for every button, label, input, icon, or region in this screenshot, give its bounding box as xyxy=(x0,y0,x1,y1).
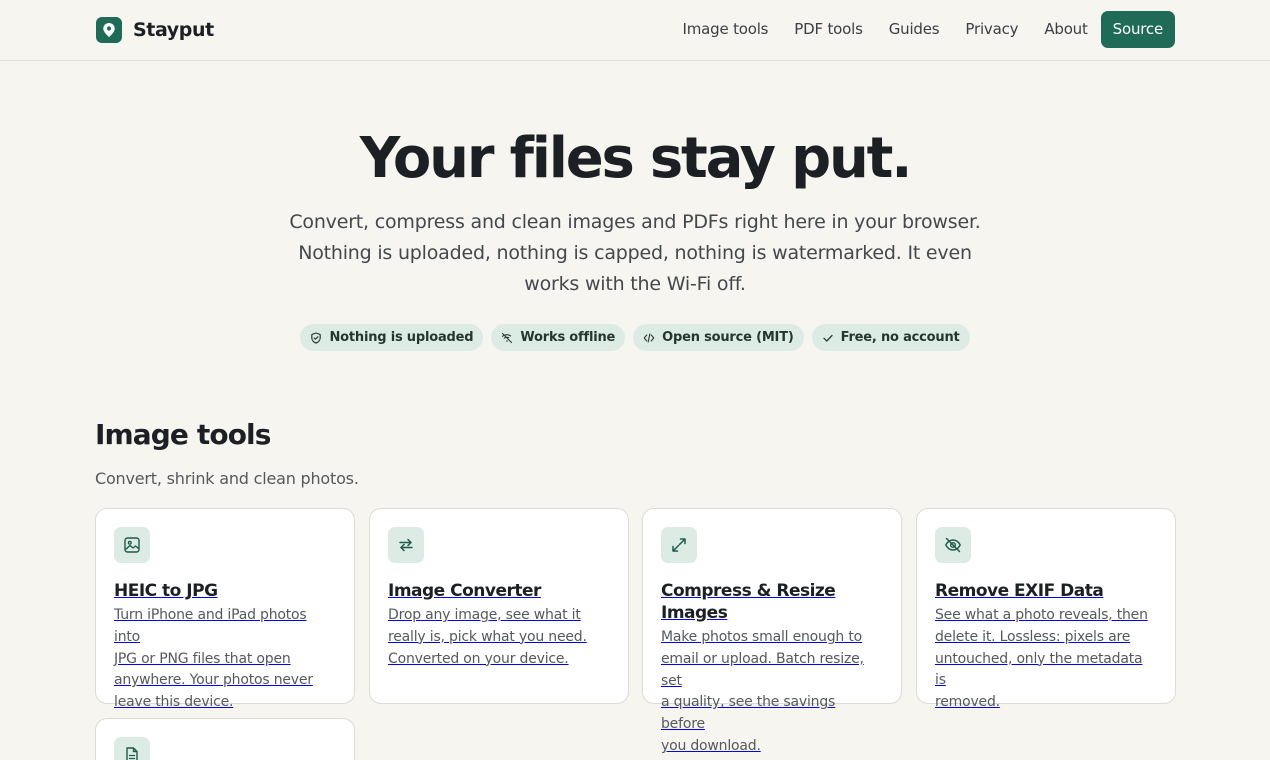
pill-label: Nothing is uploaded xyxy=(329,330,474,345)
card-description-line: really is, pick what you need. xyxy=(388,628,587,645)
pill-label: Works offline xyxy=(520,330,616,345)
hero-subtitle-line: works with the Wi-Fi off. xyxy=(524,273,746,295)
card-description-line: See what a photo reveals, then xyxy=(935,607,1148,623)
hero-title: Your files stay put. xyxy=(359,126,913,191)
feature-pills: Nothing is uploaded Works offline Open s… xyxy=(0,324,1270,351)
nav-pdf-tools[interactable]: PDF tools xyxy=(781,11,875,48)
nav-guides[interactable]: Guides xyxy=(876,11,953,48)
hero-subtitle-line: Convert, compress and clean images and P… xyxy=(289,211,981,233)
pill-free-no-account: Free, no account xyxy=(811,324,970,351)
main-nav: Image tools PDF tools Guides Privacy Abo… xyxy=(670,11,1175,48)
map-pin-icon xyxy=(96,17,122,43)
card-description-line: delete it. Lossless: pixels are xyxy=(935,628,1131,645)
section-title-image-tools: Image tools xyxy=(95,418,271,451)
site-header: Stayput Image tools PDF tools Guides Pri… xyxy=(0,0,1270,61)
card-description-line: anywhere. Your photos never xyxy=(114,672,313,689)
pill-label: Free, no account xyxy=(840,330,960,345)
section-subtitle: Convert, shrink and clean photos. xyxy=(95,469,359,488)
card-description-line: you download. xyxy=(661,737,761,754)
shield-check-icon xyxy=(311,331,322,344)
card-description-line: Drop any image, see what it xyxy=(388,607,581,623)
swap-arrows-icon xyxy=(388,527,424,563)
image-icon xyxy=(114,527,150,563)
pill-open-source: Open source (MIT) xyxy=(633,324,804,351)
brand-home-link[interactable]: Stayput xyxy=(96,17,214,43)
card-title: Image Converter xyxy=(388,581,541,601)
tool-card-partial[interactable] xyxy=(95,718,355,760)
card-description: Turn iPhone and iPad photos into JPG or … xyxy=(114,605,336,714)
card-description-line: Turn iPhone and iPad photos into xyxy=(114,607,307,645)
code-icon xyxy=(643,332,655,343)
wifi-off-icon xyxy=(502,332,513,343)
source-button[interactable]: Source xyxy=(1100,11,1175,48)
nav-privacy[interactable]: Privacy xyxy=(952,11,1031,48)
card-description: See what a photo reveals, then delete it… xyxy=(935,605,1157,714)
eye-off-icon xyxy=(935,527,971,563)
card-title: HEIC to JPG xyxy=(114,581,218,601)
card-title: Remove EXIF Data xyxy=(935,581,1104,601)
card-description-line: Make photos small enough to xyxy=(661,629,862,645)
card-description: Drop any image, see what it really is, p… xyxy=(388,605,610,670)
tool-card-heic-to-jpg[interactable]: HEIC to JPG Turn iPhone and iPad photos … xyxy=(95,508,355,710)
card-description-line: email or upload. Batch resize, set xyxy=(661,650,864,689)
card-title: Compress & Resize Images xyxy=(661,581,836,623)
card-description: Make photos small enough to email or upl… xyxy=(661,627,883,758)
card-description-line: Converted on your device. xyxy=(388,650,569,667)
tool-card-image-converter[interactable]: Image Converter Drop any image, see what… xyxy=(369,508,629,704)
tool-card-compress-resize[interactable]: Compress & Resize Images Make photos sma… xyxy=(642,508,902,754)
hero-subtitle-line: Nothing is uploaded, nothing is capped, … xyxy=(298,242,972,264)
nav-about[interactable]: About xyxy=(1031,11,1100,48)
nav-image-tools[interactable]: Image tools xyxy=(670,11,782,48)
card-description-line: untouched, only the metadata is xyxy=(935,650,1143,689)
card-description-line: leave this device. xyxy=(114,694,234,711)
card-description-line: JPG or PNG files that open xyxy=(114,650,291,667)
check-icon xyxy=(822,334,833,342)
hero-subtitle: Convert, compress and clean images and P… xyxy=(275,207,995,300)
card-description-line: removed. xyxy=(935,694,1000,711)
tool-card-remove-exif[interactable]: Remove EXIF Data See what a photo reveal… xyxy=(916,508,1176,710)
file-text-icon xyxy=(114,737,150,760)
pill-label: Open source (MIT) xyxy=(662,330,794,345)
expand-arrows-icon xyxy=(661,527,697,563)
card-description-line: a quality, see the savings before xyxy=(661,694,836,733)
pill-nothing-uploaded: Nothing is uploaded xyxy=(300,324,484,351)
pill-works-offline: Works offline xyxy=(491,324,626,351)
brand-name: Stayput xyxy=(133,19,214,41)
